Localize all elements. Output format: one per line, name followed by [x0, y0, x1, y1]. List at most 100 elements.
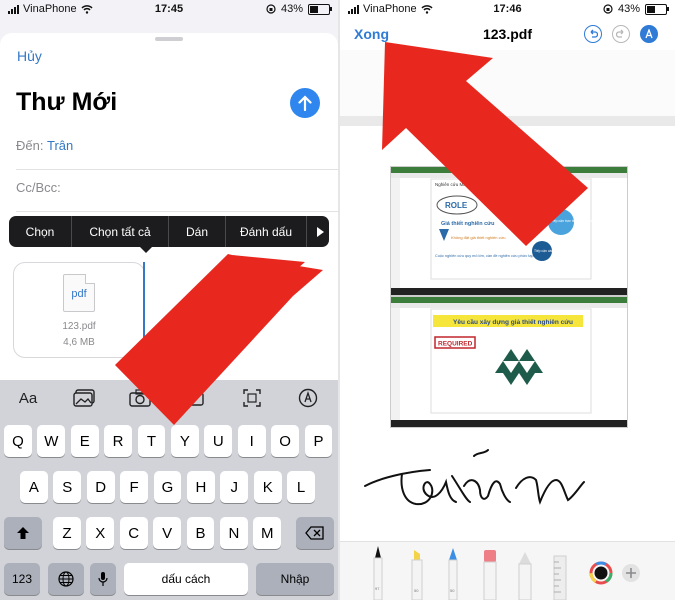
slide-2-graphic: Yêu cầu xây dựng giả thiết nghiên cứu RE… [391, 297, 627, 427]
slide-screenshot-1: Nghiên cứu Marketing ROLE Giả thiết nghi… [390, 166, 628, 296]
menu-item-select-all[interactable]: Chọn tất cả [72, 216, 169, 247]
cc-bcc-field[interactable]: Cc/Bcc: [16, 171, 338, 212]
svg-text:50: 50 [450, 588, 455, 593]
ruler-tool-icon [553, 555, 567, 600]
status-bar: VinaPhone 17:45 43% [0, 0, 338, 18]
menu-item-paste[interactable]: Dán [169, 216, 226, 247]
battery-percent: 43% [617, 3, 640, 15]
battery-icon [308, 3, 332, 15]
undo-button[interactable] [584, 25, 602, 43]
redo-icon [616, 29, 624, 38]
battery-percent: 43% [280, 3, 303, 15]
redo-button[interactable] [612, 25, 630, 43]
undo-icon [590, 29, 598, 38]
markup-header: Xong 123.pdf [340, 18, 675, 50]
handwritten-signature [364, 449, 585, 506]
key-u[interactable]: U [204, 425, 233, 457]
file-type-label: pdf [71, 288, 87, 300]
delete-key[interactable] [296, 517, 334, 549]
text-cursor [143, 262, 145, 354]
markup-tool-palette: 97 50 50 [340, 541, 675, 600]
markup-icon[interactable] [280, 380, 336, 416]
key-y[interactable]: Y [171, 425, 199, 457]
tool-set: 97 50 50 [373, 546, 640, 600]
key-d[interactable]: D [86, 471, 115, 503]
space-key[interactable]: dấu cách [124, 563, 248, 595]
key-k[interactable]: K [253, 471, 282, 503]
numbers-key[interactable]: 123 [4, 563, 40, 595]
key-q[interactable]: Q [4, 425, 32, 457]
cancel-button[interactable]: Hủy [17, 48, 42, 64]
format-text-button[interactable]: Aa [0, 380, 56, 416]
status-bar: VinaPhone 17:46 43% [340, 0, 675, 18]
dictation-key[interactable] [90, 563, 116, 595]
to-field[interactable]: Đến: Trân [16, 129, 338, 170]
document-scan-icon[interactable] [168, 380, 224, 416]
key-o[interactable]: O [271, 425, 299, 457]
embedded-screenshots: Nghiên cứu Marketing ROLE Giả thiết nghi… [390, 166, 628, 428]
key-j[interactable]: J [220, 471, 249, 503]
key-r[interactable]: R [104, 425, 132, 457]
sheet-grabber[interactable] [155, 37, 183, 41]
svg-text:97: 97 [375, 586, 380, 591]
markup-toggle-button[interactable] [640, 25, 658, 43]
menu-item-select[interactable]: Chọn [9, 216, 72, 247]
cc-bcc-label: Cc/Bcc: [16, 180, 61, 195]
pdf-markup-screen: VinaPhone 17:46 43% Xong 123.pdf Nghiên … [340, 0, 675, 600]
slide-2-banner: Yêu cầu xây dựng giả thiết nghiên cứu [453, 317, 573, 326]
delete-backward-icon [305, 526, 324, 540]
menu-more-button[interactable] [307, 216, 333, 247]
key-i[interactable]: I [237, 425, 266, 457]
key-p[interactable]: P [304, 425, 333, 457]
orientation-lock-icon [266, 4, 276, 14]
globe-key[interactable] [48, 563, 84, 595]
shift-icon [17, 527, 29, 539]
key-g[interactable]: G [153, 471, 182, 503]
compose-title: Thư Mới [16, 88, 118, 116]
scan-text-icon[interactable] [224, 380, 280, 416]
return-key[interactable]: Nhập [256, 563, 334, 595]
key-m[interactable]: M [253, 517, 282, 549]
key-a[interactable]: A [20, 471, 48, 503]
menu-item-markup[interactable]: Đánh dấu [226, 216, 307, 247]
key-c[interactable]: C [119, 517, 148, 549]
keyboard-row-2: ASDFGHJKL [0, 471, 338, 504]
key-z[interactable]: Z [53, 517, 81, 549]
key-v[interactable]: V [153, 517, 181, 549]
slide-1-title: Nghiên cứu Marketing [435, 182, 480, 187]
triangle-right-icon [317, 226, 324, 237]
photo-library-icon[interactable] [56, 380, 112, 416]
to-label: Đến: [16, 138, 44, 153]
key-n[interactable]: N [220, 517, 248, 549]
microphone-icon [98, 572, 108, 586]
send-button[interactable] [290, 88, 320, 118]
pdf-attachment[interactable]: pdf 123.pdf 4,6 MB [13, 262, 145, 358]
key-b[interactable]: B [186, 517, 215, 549]
key-f[interactable]: F [120, 471, 148, 503]
keyboard-row-3: ZXCVBNM [0, 517, 338, 550]
pdf-page-2[interactable]: Nghiên cứu Marketing ROLE Giả thiết nghi… [340, 126, 675, 541]
key-l[interactable]: L [287, 471, 315, 503]
add-tool-icon [622, 564, 640, 582]
shift-key[interactable] [4, 517, 42, 549]
markup-pen-icon [645, 29, 653, 39]
key-h[interactable]: H [187, 471, 215, 503]
slide-1-graphic: Nghiên cứu Marketing ROLE Giả thiết nghi… [391, 167, 627, 295]
keyboard-row-4: 123 dấu cách Nhập [0, 563, 338, 596]
key-x[interactable]: X [86, 517, 115, 549]
recipient-token[interactable]: Trân [47, 138, 73, 153]
edit-context-menu: Chọn Chọn tất cả Dán Đánh dấu [9, 216, 329, 247]
camera-icon[interactable] [112, 380, 168, 416]
lasso-tool-icon [518, 552, 532, 600]
pdf-file-icon: pdf [63, 274, 95, 312]
keyboard: Aa QWERTYUIOP ASDFGHJKL Z X C V B N M 12… [0, 380, 338, 600]
slide-2-required: REQUIRED [438, 341, 473, 348]
key-e[interactable]: E [70, 425, 99, 457]
attachment-name: 123.pdf [62, 321, 96, 332]
key-w[interactable]: W [37, 425, 66, 457]
pdf-page-1 [340, 50, 675, 117]
mail-compose-screen: VinaPhone 17:45 43% Hủy Thư Mới Đến: Trâ… [0, 0, 338, 600]
key-s[interactable]: S [53, 471, 82, 503]
key-t[interactable]: T [137, 425, 166, 457]
attachment-size: 4,6 MB [63, 337, 95, 348]
